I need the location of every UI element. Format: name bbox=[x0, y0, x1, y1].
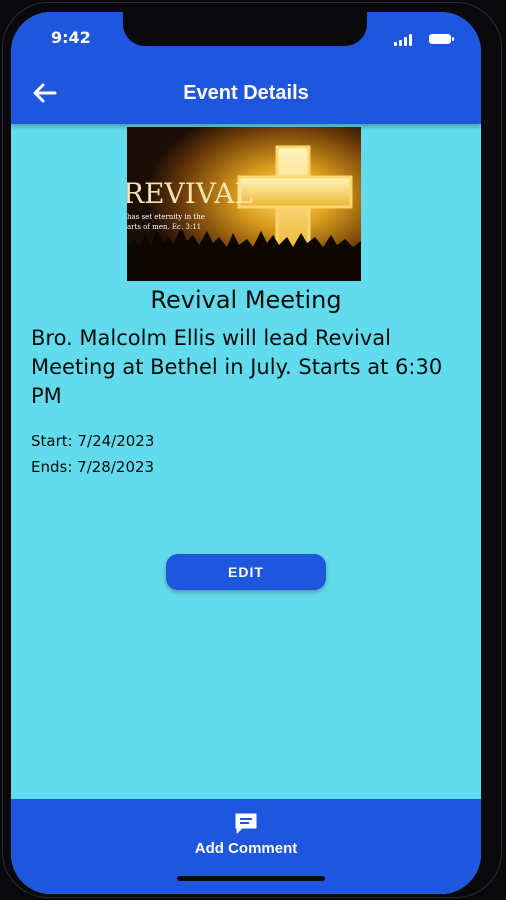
start-date: 7/24/2023 bbox=[77, 432, 155, 450]
end-date-row: Ends: 7/28/2023 bbox=[31, 454, 154, 480]
notch bbox=[123, 12, 367, 46]
phone-screen: 9:42 Event Details REVIVAL has set etern… bbox=[11, 12, 481, 894]
add-comment-label[interactable]: Add Comment bbox=[11, 840, 481, 857]
battery-icon bbox=[429, 34, 454, 44]
start-label: Start: bbox=[31, 432, 73, 450]
event-image: REVIVAL has set eternity in the arts of … bbox=[127, 127, 361, 281]
svg-text:arts of men. Ec. 3:11: arts of men. Ec. 3:11 bbox=[127, 223, 201, 231]
phone-frame: 9:42 Event Details REVIVAL has set etern… bbox=[0, 0, 506, 900]
end-date: 7/28/2023 bbox=[77, 458, 155, 476]
event-dates: Start: 7/24/2023 Ends: 7/28/2023 bbox=[31, 428, 154, 480]
status-bar: 9:42 bbox=[11, 12, 481, 62]
event-description: Bro. Malcolm Ellis will lead Revival Mee… bbox=[31, 326, 443, 408]
svg-text:REVIVAL: REVIVAL bbox=[127, 177, 253, 210]
end-label: Ends: bbox=[31, 458, 73, 476]
bottom-bar: Add Comment bbox=[11, 799, 481, 894]
svg-text:has set eternity in the: has set eternity in the bbox=[127, 213, 205, 221]
event-name: Revival Meeting bbox=[150, 286, 342, 314]
page-title: Event Details bbox=[183, 82, 309, 104]
app-bar: Event Details bbox=[11, 62, 481, 124]
add-comment-button[interactable] bbox=[233, 811, 259, 841]
start-date-row: Start: 7/24/2023 bbox=[31, 428, 154, 454]
home-indicator bbox=[177, 876, 325, 881]
status-time: 9:42 bbox=[51, 28, 91, 47]
comment-icon bbox=[235, 813, 257, 834]
signal-icon bbox=[394, 34, 416, 46]
edit-button[interactable]: EDIT bbox=[166, 554, 326, 590]
